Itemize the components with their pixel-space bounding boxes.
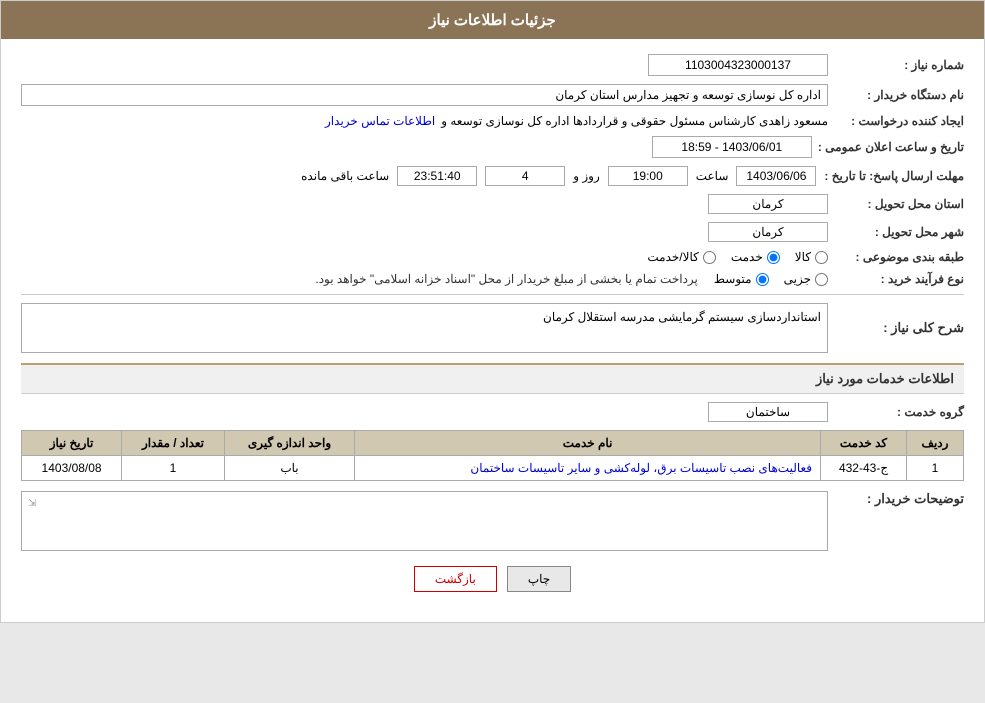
province-value: کرمان xyxy=(708,194,828,214)
cell-unit: باب xyxy=(224,456,354,481)
radio-khedmat-label: خدمت xyxy=(731,250,763,264)
services-table: ردیف کد خدمت نام خدمت واحد اندازه گیری ت… xyxy=(21,430,964,481)
remaining-label: ساعت باقی مانده xyxy=(301,169,389,183)
description-row: شرح کلی نیاز : استانداردسازی سیستم گرمای… xyxy=(21,303,964,353)
radio-kala[interactable] xyxy=(815,251,828,264)
description-value: استانداردسازی سیستم گرمایشی مدرسه استقلا… xyxy=(21,303,828,353)
radio-jozi[interactable] xyxy=(815,273,828,286)
contact-info-link[interactable]: اطلاعات تماس خریدار xyxy=(325,114,435,128)
service-group-label: گروه خدمت : xyxy=(834,405,964,419)
radio-kala-label: کالا xyxy=(795,250,811,264)
created-by-label: ایجاد کننده درخواست : xyxy=(834,114,964,128)
purchase-type-note: پرداخت تمام یا بخشی از مبلغ خریدار از مح… xyxy=(315,272,698,286)
province-label: استان محل تحویل : xyxy=(834,197,964,211)
services-section-header: اطلاعات خدمات مورد نیاز xyxy=(21,363,964,394)
radio-jozi-label: جزیی xyxy=(784,272,811,286)
announce-datetime-row: تاریخ و ساعت اعلان عمومی : 1403/06/01 - … xyxy=(21,136,964,158)
deadline-day: 4 xyxy=(485,166,565,186)
category-row: طبقه بندی موضوعی : کالا خدمت کالا/خدمت xyxy=(21,250,964,264)
deadline-date: 1403/06/06 xyxy=(736,166,816,186)
deadline-row: مهلت ارسال پاسخ: تا تاریخ : 1403/06/06 س… xyxy=(21,166,964,186)
cell-name: فعالیت‌های نصب تاسیسات برق، لوله‌کشی و س… xyxy=(355,456,821,481)
need-number-label: شماره نیاز : xyxy=(834,58,964,72)
deadline-label: مهلت ارسال پاسخ: تا تاریخ : xyxy=(824,169,964,183)
purchase-type-label: نوع فرآیند خرید : xyxy=(834,272,964,286)
col-unit: واحد اندازه گیری xyxy=(224,431,354,456)
day-label: روز و xyxy=(573,169,600,183)
announce-datetime-value: 1403/06/01 - 18:59 xyxy=(652,136,812,158)
col-name: نام خدمت xyxy=(355,431,821,456)
need-number-row: شماره نیاز : 1103004323000137 xyxy=(21,54,964,76)
cell-date: 1403/08/08 xyxy=(22,456,122,481)
purchase-type-row: نوع فرآیند خرید : جزیی متوسط پرداخت تمام… xyxy=(21,272,964,286)
deadline-remaining: 23:51:40 xyxy=(397,166,477,186)
page-title: جزئیات اطلاعات نیاز xyxy=(429,12,556,29)
buyer-notes-value: ⇲ xyxy=(21,491,828,551)
description-label: شرح کلی نیاز : xyxy=(834,320,964,336)
col-date: تاریخ نیاز xyxy=(22,431,122,456)
buyer-org-value: اداره کل نوسازی توسعه و تجهیز مدارس استا… xyxy=(21,84,828,106)
radio-motavaset[interactable] xyxy=(756,273,769,286)
category-kala-khedmat: کالا/خدمت xyxy=(647,250,715,264)
purchase-motavaset: متوسط xyxy=(714,272,769,286)
page-header: جزئیات اطلاعات نیاز xyxy=(1,1,984,39)
announce-datetime-label: تاریخ و ساعت اعلان عمومی : xyxy=(818,140,964,154)
deadline-time: 19:00 xyxy=(608,166,688,186)
print-button[interactable]: چاپ xyxy=(507,566,571,592)
city-label: شهر محل تحویل : xyxy=(834,225,964,239)
city-value: کرمان xyxy=(708,222,828,242)
created-by-row: ایجاد کننده درخواست : مسعود زاهدی کارشنا… xyxy=(21,114,964,128)
need-number-value: 1103004323000137 xyxy=(648,54,828,76)
col-rownum: ردیف xyxy=(906,431,963,456)
buyer-notes-row: توضیحات خریدار : ⇲ xyxy=(21,491,964,551)
city-row: شهر محل تحویل : کرمان xyxy=(21,222,964,242)
table-row: 1 ج-43-432 فعالیت‌های نصب تاسیسات برق، ل… xyxy=(22,456,964,481)
radio-kala-khedmat-label: کالا/خدمت xyxy=(647,250,698,264)
buyer-org-row: نام دستگاه خریدار : اداره کل نوسازی توسع… xyxy=(21,84,964,106)
radio-motavaset-label: متوسط xyxy=(714,272,752,286)
back-button[interactable]: بازگشت xyxy=(414,566,497,592)
category-radio-group: کالا خدمت کالا/خدمت xyxy=(647,250,828,264)
service-group-value: ساختمان xyxy=(708,402,828,422)
purchase-jozi: جزیی xyxy=(784,272,828,286)
button-row: چاپ بازگشت xyxy=(21,566,964,592)
category-kala: کالا xyxy=(795,250,828,264)
radio-kala-khedmat[interactable] xyxy=(703,251,716,264)
buyer-org-label: نام دستگاه خریدار : xyxy=(834,88,964,102)
created-by-value: مسعود زاهدی کارشناس مسئول حقوقی و قراردا… xyxy=(441,114,828,128)
divider-1 xyxy=(21,294,964,295)
cell-rownum: 1 xyxy=(906,456,963,481)
col-code: کد خدمت xyxy=(821,431,907,456)
cell-code: ج-43-432 xyxy=(821,456,907,481)
category-khedmat: خدمت xyxy=(731,250,780,264)
province-row: استان محل تحویل : کرمان xyxy=(21,194,964,214)
time-label: ساعت xyxy=(696,169,729,183)
cell-qty: 1 xyxy=(122,456,225,481)
col-qty: تعداد / مقدار xyxy=(122,431,225,456)
service-group-row: گروه خدمت : ساختمان xyxy=(21,402,964,422)
notes-resize-icon: ⇲ xyxy=(28,498,36,509)
radio-khedmat[interactable] xyxy=(767,251,780,264)
category-label: طبقه بندی موضوعی : xyxy=(834,250,964,264)
purchase-type-radio-group: جزیی متوسط xyxy=(714,272,828,286)
buyer-notes-label: توضیحات خریدار : xyxy=(834,491,964,507)
